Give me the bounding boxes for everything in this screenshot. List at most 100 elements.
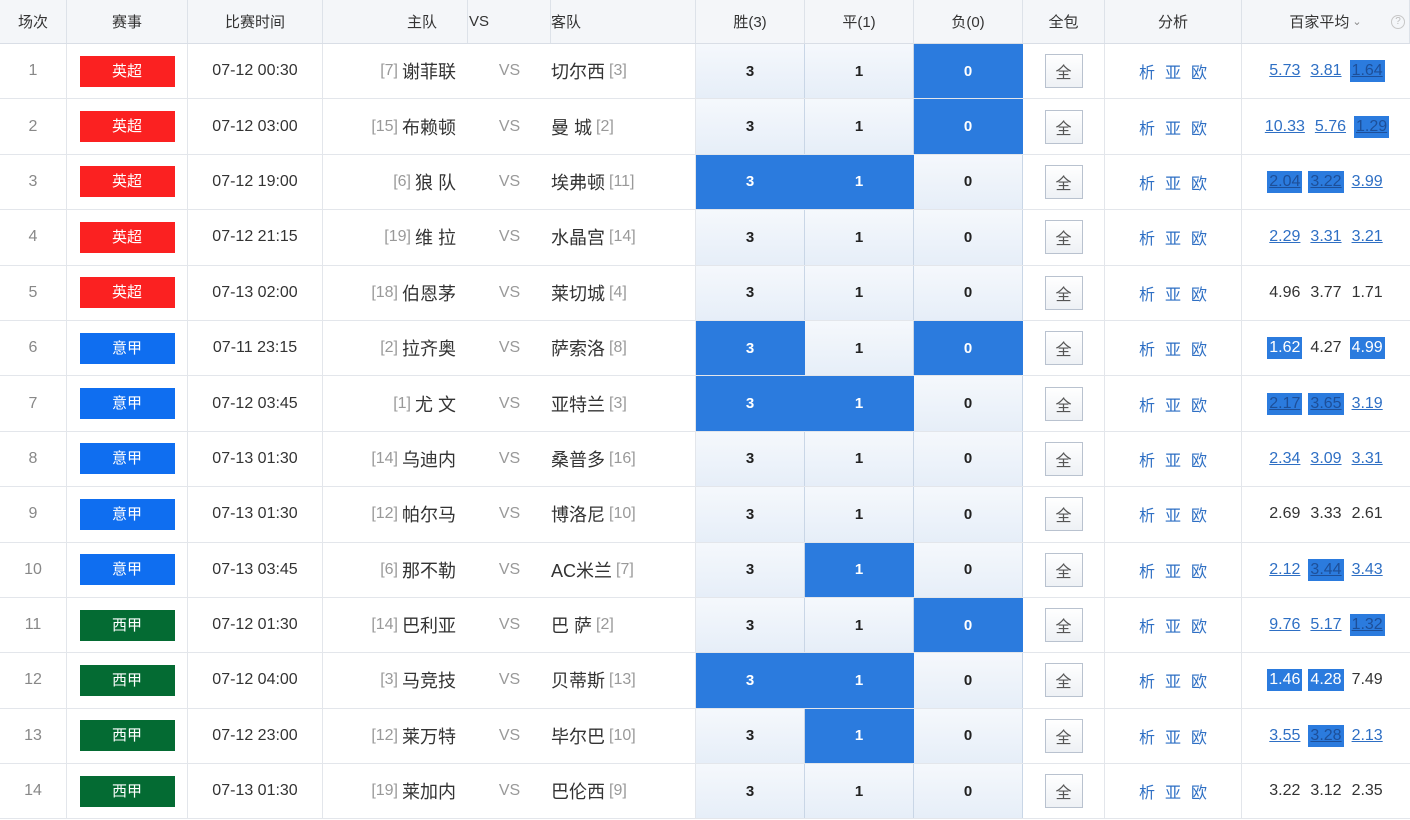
league-badge[interactable]: 英超 bbox=[79, 55, 175, 87]
league-badge[interactable]: 英超 bbox=[79, 111, 175, 143]
odd-value[interactable]: 5.76 bbox=[1313, 116, 1348, 138]
pick-draw[interactable]: 1 bbox=[805, 487, 914, 542]
select-all-button[interactable]: 全 bbox=[1044, 774, 1083, 809]
pick-loss[interactable]: 0 bbox=[914, 376, 1023, 431]
odd-value[interactable]: 3.99 bbox=[1350, 171, 1385, 193]
pick-win[interactable]: 3 bbox=[696, 764, 805, 819]
euro-odds-link[interactable]: 欧 bbox=[1191, 502, 1207, 526]
pick-draw[interactable]: 1 bbox=[805, 210, 914, 265]
pick-win[interactable]: 3 bbox=[696, 99, 805, 154]
pick-loss[interactable]: 0 bbox=[914, 210, 1023, 265]
question-icon[interactable]: ? bbox=[1391, 15, 1405, 29]
euro-odds-link[interactable]: 欧 bbox=[1191, 392, 1207, 416]
euro-odds-link[interactable]: 欧 bbox=[1191, 779, 1207, 803]
select-all-button[interactable]: 全 bbox=[1044, 54, 1083, 89]
asian-odds-link[interactable]: 亚 bbox=[1165, 613, 1181, 637]
league-badge[interactable]: 意甲 bbox=[79, 332, 175, 364]
asian-odds-link[interactable]: 亚 bbox=[1165, 336, 1181, 360]
pick-win[interactable]: 3 bbox=[696, 265, 805, 320]
select-all-button[interactable]: 全 bbox=[1044, 497, 1083, 532]
odd-value[interactable]: 3.81 bbox=[1308, 60, 1343, 82]
odd-value[interactable]: 2.17 bbox=[1267, 392, 1303, 415]
pick-loss[interactable]: 0 bbox=[914, 542, 1023, 597]
analysis-link[interactable]: 析 bbox=[1139, 336, 1155, 360]
odd-value[interactable]: 3.55 bbox=[1267, 725, 1302, 747]
league-badge[interactable]: 西甲 bbox=[79, 609, 175, 641]
pick-draw[interactable]: 1 bbox=[805, 154, 914, 210]
pick-draw[interactable]: 1 bbox=[805, 542, 914, 597]
select-all-button[interactable]: 全 bbox=[1044, 331, 1083, 366]
league-badge[interactable]: 英超 bbox=[79, 221, 175, 253]
pick-draw[interactable]: 1 bbox=[805, 376, 914, 431]
asian-odds-link[interactable]: 亚 bbox=[1165, 779, 1181, 803]
pick-loss[interactable]: 0 bbox=[914, 154, 1023, 210]
odd-value[interactable]: 1.29 bbox=[1354, 115, 1390, 138]
select-all-button[interactable]: 全 bbox=[1044, 164, 1083, 199]
odd-value[interactable]: 3.31 bbox=[1350, 448, 1385, 470]
asian-odds-link[interactable]: 亚 bbox=[1165, 502, 1181, 526]
pick-draw[interactable]: 1 bbox=[805, 597, 914, 653]
analysis-link[interactable]: 析 bbox=[1139, 59, 1155, 83]
analysis-link[interactable]: 析 bbox=[1139, 724, 1155, 748]
analysis-link[interactable]: 析 bbox=[1139, 502, 1155, 526]
pick-win[interactable]: 3 bbox=[696, 708, 805, 764]
league-badge[interactable]: 西甲 bbox=[79, 720, 175, 752]
select-all-button[interactable]: 全 bbox=[1044, 718, 1083, 753]
odd-value[interactable]: 2.04 bbox=[1267, 170, 1303, 193]
analysis-link[interactable]: 析 bbox=[1139, 392, 1155, 416]
odd-value[interactable]: 2.34 bbox=[1267, 448, 1302, 470]
pick-loss[interactable]: 0 bbox=[914, 44, 1023, 99]
euro-odds-link[interactable]: 欧 bbox=[1191, 225, 1207, 249]
pick-win[interactable]: 3 bbox=[696, 376, 805, 431]
pick-win[interactable]: 3 bbox=[696, 597, 805, 653]
asian-odds-link[interactable]: 亚 bbox=[1165, 225, 1181, 249]
select-all-button[interactable]: 全 bbox=[1044, 220, 1083, 255]
league-badge[interactable]: 西甲 bbox=[79, 775, 175, 807]
pick-loss[interactable]: 0 bbox=[914, 265, 1023, 320]
odd-value[interactable]: 3.21 bbox=[1350, 226, 1385, 248]
pick-win[interactable]: 3 bbox=[696, 653, 805, 708]
euro-odds-link[interactable]: 欧 bbox=[1191, 724, 1207, 748]
select-all-button[interactable]: 全 bbox=[1044, 275, 1083, 310]
select-all-button[interactable]: 全 bbox=[1044, 552, 1083, 587]
analysis-link[interactable]: 析 bbox=[1139, 447, 1155, 471]
asian-odds-link[interactable]: 亚 bbox=[1165, 392, 1181, 416]
analysis-link[interactable]: 析 bbox=[1139, 558, 1155, 582]
odd-value[interactable]: 2.12 bbox=[1267, 559, 1302, 581]
odd-value[interactable]: 2.29 bbox=[1267, 226, 1302, 248]
odd-value[interactable]: 3.09 bbox=[1308, 448, 1343, 470]
analysis-link[interactable]: 析 bbox=[1139, 779, 1155, 803]
pick-loss[interactable]: 0 bbox=[914, 320, 1023, 376]
euro-odds-link[interactable]: 欧 bbox=[1191, 170, 1207, 194]
odd-value[interactable]: 1.32 bbox=[1349, 614, 1385, 637]
pick-loss[interactable]: 0 bbox=[914, 764, 1023, 819]
asian-odds-link[interactable]: 亚 bbox=[1165, 447, 1181, 471]
pick-draw[interactable]: 1 bbox=[805, 653, 914, 708]
asian-odds-link[interactable]: 亚 bbox=[1165, 724, 1181, 748]
asian-odds-link[interactable]: 亚 bbox=[1165, 558, 1181, 582]
analysis-link[interactable]: 析 bbox=[1139, 225, 1155, 249]
asian-odds-link[interactable]: 亚 bbox=[1165, 668, 1181, 692]
asian-odds-link[interactable]: 亚 bbox=[1165, 115, 1181, 139]
pick-draw[interactable]: 1 bbox=[805, 99, 914, 154]
euro-odds-link[interactable]: 欧 bbox=[1191, 115, 1207, 139]
pick-win[interactable]: 3 bbox=[696, 431, 805, 487]
pick-win[interactable]: 3 bbox=[696, 44, 805, 99]
select-all-button[interactable]: 全 bbox=[1044, 441, 1083, 476]
odd-value[interactable]: 3.19 bbox=[1350, 393, 1385, 415]
league-badge[interactable]: 英超 bbox=[79, 166, 175, 198]
euro-odds-link[interactable]: 欧 bbox=[1191, 613, 1207, 637]
pick-draw[interactable]: 1 bbox=[805, 708, 914, 764]
pick-loss[interactable]: 0 bbox=[914, 653, 1023, 708]
select-all-button[interactable]: 全 bbox=[1044, 608, 1083, 643]
pick-loss[interactable]: 0 bbox=[914, 597, 1023, 653]
odd-value[interactable]: 3.22 bbox=[1308, 170, 1344, 193]
pick-loss[interactable]: 0 bbox=[914, 708, 1023, 764]
analysis-link[interactable]: 析 bbox=[1139, 281, 1155, 305]
league-badge[interactable]: 意甲 bbox=[79, 498, 175, 530]
asian-odds-link[interactable]: 亚 bbox=[1165, 59, 1181, 83]
odd-value[interactable]: 5.17 bbox=[1308, 614, 1343, 636]
league-badge[interactable]: 意甲 bbox=[79, 554, 175, 586]
league-badge[interactable]: 意甲 bbox=[79, 388, 175, 420]
odd-value[interactable]: 3.44 bbox=[1308, 558, 1344, 581]
